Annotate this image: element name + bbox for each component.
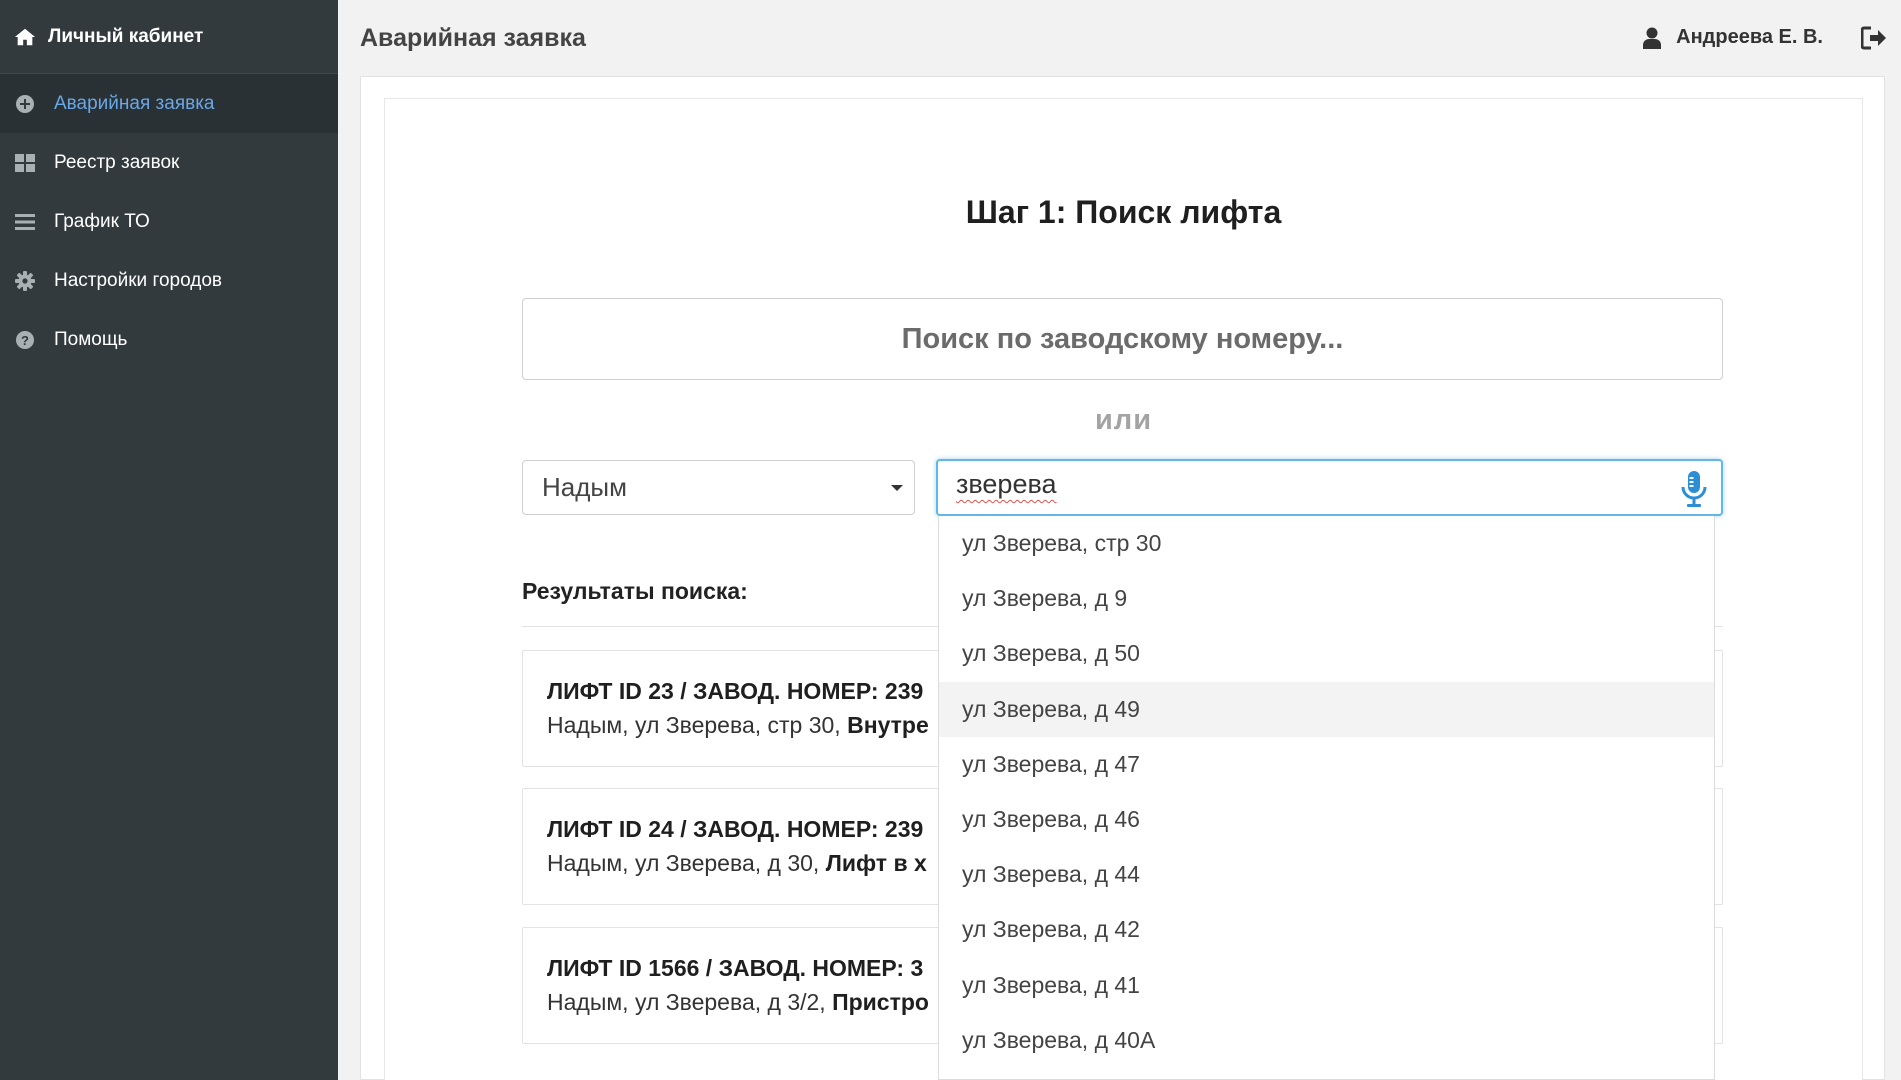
autocomplete-option[interactable]: ул Зверева, д 9 bbox=[939, 571, 1714, 626]
plus-circle-icon bbox=[14, 93, 36, 115]
serial-number-search-input[interactable] bbox=[522, 298, 1723, 380]
chevron-down-icon bbox=[891, 485, 903, 491]
autocomplete-option[interactable]: ул Зверева, стр 30 bbox=[939, 516, 1714, 571]
user-menu[interactable]: Андреева Е. В. bbox=[1642, 26, 1823, 49]
sidebar-item-maintenance-schedule[interactable]: График ТО bbox=[0, 192, 338, 251]
address-search-input[interactable]: зверева bbox=[936, 459, 1723, 516]
sidebar-item-label: Настройки городов bbox=[54, 269, 222, 291]
sidebar-item-help[interactable]: ? Помощь bbox=[0, 310, 338, 369]
result-address: Надым, ул Зверева, д 30, Лифт в х bbox=[547, 850, 927, 876]
sidebar-item-label: Аварийная заявка bbox=[54, 92, 215, 114]
result-lift-id: ЛИФТ ID 1566 / ЗАВОД. НОМЕР: 3 bbox=[547, 955, 924, 981]
city-select[interactable]: Надым bbox=[522, 460, 915, 515]
sidebar-brand[interactable]: Личный кабинет bbox=[0, 0, 338, 74]
result-lift-id: ЛИФТ ID 24 / ЗАВОД. НОМЕР: 239 bbox=[547, 816, 924, 842]
sidebar-item-emergency-request[interactable]: Аварийная заявка bbox=[0, 74, 338, 133]
autocomplete-option[interactable]: ул Зверева, д 50 bbox=[939, 626, 1714, 681]
results-title: Результаты поиска: bbox=[522, 578, 748, 604]
address-autocomplete-dropdown: ул Зверева, стр 30 ул Зверева, д 9 ул Зв… bbox=[938, 516, 1715, 1080]
address-search-value: зверева bbox=[956, 469, 1057, 499]
page-title: Аварийная заявка bbox=[360, 24, 586, 52]
home-icon bbox=[14, 28, 36, 45]
result-address: Надым, ул Зверева, стр 30, Внутре bbox=[547, 712, 929, 738]
grid-icon bbox=[14, 152, 36, 174]
question-circle-icon: ? bbox=[14, 329, 36, 351]
list-icon bbox=[14, 211, 36, 233]
result-address: Надым, ул Зверева, д 3/2, Пристро bbox=[547, 989, 929, 1015]
autocomplete-option[interactable]: ул Зверева, д 44 bbox=[939, 847, 1714, 902]
sidebar-item-label: Помощь bbox=[54, 328, 128, 350]
brand-title: Личный кабинет bbox=[48, 25, 204, 47]
autocomplete-option[interactable]: ул Зверева, д 40А bbox=[939, 1013, 1714, 1068]
sidebar: Личный кабинет Аварийная заявка Реестр з… bbox=[0, 0, 338, 1080]
sidebar-item-label: Реестр заявок bbox=[54, 151, 180, 173]
autocomplete-option[interactable]: ул Зверева, д 41 bbox=[939, 958, 1714, 1013]
logout-icon[interactable] bbox=[1861, 26, 1887, 50]
top-header: Аварийная заявка Андреева Е. В. bbox=[338, 0, 1901, 76]
sidebar-item-registry[interactable]: Реестр заявок bbox=[0, 133, 338, 192]
step-title: Шаг 1: Поиск лифта bbox=[965, 194, 1282, 230]
sidebar-item-city-settings[interactable]: Настройки городов bbox=[0, 251, 338, 310]
user-name: Андреева Е. В. bbox=[1676, 26, 1823, 48]
autocomplete-option[interactable]: ул Зверева, д 42 bbox=[939, 902, 1714, 957]
user-icon bbox=[1643, 27, 1662, 49]
autocomplete-option[interactable]: ул Зверева, д 46 bbox=[939, 792, 1714, 847]
microphone-icon[interactable] bbox=[1681, 470, 1707, 508]
or-separator: или bbox=[1094, 404, 1153, 436]
city-select-value: Надым bbox=[542, 472, 627, 502]
gear-icon bbox=[14, 270, 36, 292]
sidebar-item-label: График ТО bbox=[54, 210, 150, 232]
autocomplete-option-highlighted[interactable]: ул Зверева, д 49 bbox=[939, 681, 1714, 737]
result-lift-id: ЛИФТ ID 23 / ЗАВОД. НОМЕР: 239 bbox=[547, 678, 924, 704]
autocomplete-option[interactable]: ул Зверева, д 47 bbox=[939, 737, 1714, 792]
svg-text:?: ? bbox=[21, 333, 29, 348]
